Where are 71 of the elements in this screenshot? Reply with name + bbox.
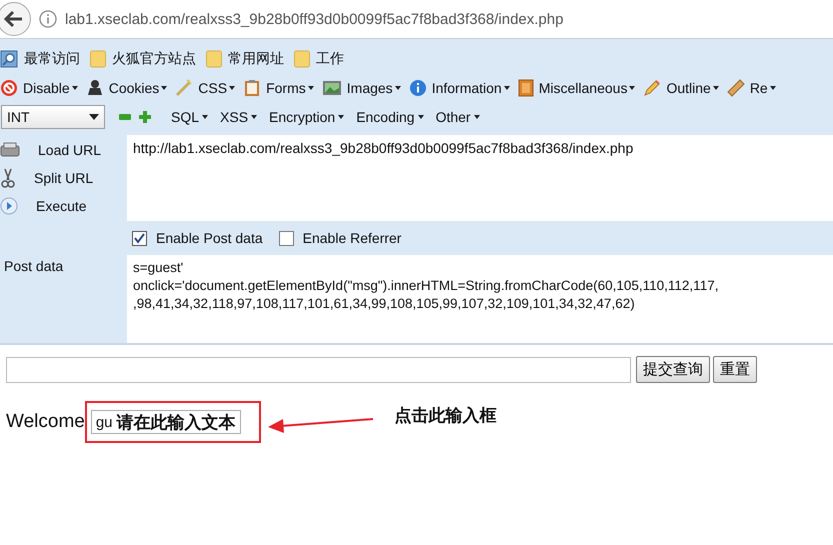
magnifier-icon [0,50,18,68]
caret-icon [251,114,258,118]
url-textarea[interactable]: http://lab1.xseclab.com/realxss3_9b28b0ff93d0b0099f5ac7f8bad3f368/index.php [127,135,833,221]
dropdown-arrow-icon [89,114,99,120]
input-field[interactable]: gu 请在此输入文本 [90,410,241,434]
toolbar-menu[interactable]: Cookies [86,78,168,96]
form-button[interactable]: 重置 [713,356,757,383]
select-field[interactable]: INT [1,104,105,128]
injected-text: 请在此输入文本 [116,412,236,434]
enable-checkbox[interactable]: Enable Post data [132,230,263,246]
prohibited-icon [0,78,18,96]
folder-icon [206,50,222,68]
pencil-icon [643,78,662,96]
toolbar-menu[interactable]: Forms [243,78,314,96]
minus-icon[interactable] [119,114,131,120]
caret-icon [338,114,344,118]
toolbar-menu[interactable]: Miscellaneous [518,78,636,96]
annotation-text: 点击此输入框 [394,404,497,426]
action-button[interactable]: Split URL [0,167,127,189]
plus-icon[interactable] [139,110,151,122]
wand-icon [175,78,194,96]
caret-icon [712,86,719,90]
hackbar-menu[interactable]: Encryption [269,108,344,124]
hackbar-menu[interactable]: SQL [171,108,208,124]
hackbar-menu[interactable]: Encoding [356,108,424,124]
printer-icon [0,142,20,158]
caret-icon [229,86,236,90]
caret-icon [629,86,636,90]
folder-icon [294,50,310,68]
scissors-icon [0,168,16,188]
post-data-label: Post data [3,257,64,276]
caret-icon [394,86,401,90]
caret-icon [202,114,208,118]
caret-icon [770,86,776,90]
post-data-textarea[interactable]: s=guest' onclick='document.getElementById("msg").innerHTML=String.fromCharCode(60,105,110,112,117, ,98,41,34,32,118,97,108,117,101,61,34,99,108,105,99,107,32,109,101,34,32,47,62) [127,255,833,343]
caret-icon [308,86,314,90]
checkmark-icon [134,232,145,244]
bookmark-item[interactable]: 最常访问 [0,50,80,68]
bookmark-item[interactable]: 常用网址 [206,50,284,68]
welcome-text: Welcome [6,411,85,433]
person-icon [86,78,104,96]
hackbar-menu[interactable]: Other [436,108,480,124]
caret-icon [72,86,78,90]
action-button[interactable]: Load URL [0,139,127,161]
action-button[interactable]: Execute [0,195,127,217]
folder-icon [90,50,106,68]
toolbar-menu[interactable]: Images [322,80,401,96]
info-icon [408,78,427,96]
caret-icon [418,114,424,118]
toolbar-menu[interactable]: CSS [175,78,236,96]
toolbar-menu[interactable]: Information [408,78,510,96]
book-icon [518,78,534,96]
toolbar-menu[interactable]: Disable [0,78,78,96]
bookmark-item[interactable]: 火狐官方站点 [90,50,196,68]
address-field[interactable]: lab1.xseclab.com/realxss3_9b28b0ff93d0b0099f5ac7f8bad3f368/index.php [65,10,564,28]
enable-checkbox[interactable]: Enable Referrer [278,230,402,246]
caret-icon [504,86,510,90]
form-button[interactable]: 提交查询 [636,356,710,383]
toolbar-menu[interactable]: Outline [643,78,719,96]
image-icon [322,80,342,96]
caret-icon [474,114,480,118]
info-icon[interactable] [39,10,57,28]
clipboard-icon [243,78,262,96]
toolbar-menu[interactable]: Re [726,78,776,96]
back-button[interactable] [0,2,31,36]
bookmark-item[interactable]: 工作 [294,50,344,68]
input-field[interactable] [6,356,631,382]
caret-icon [161,86,168,90]
ruler-icon [726,78,745,96]
hackbar-menu[interactable]: XSS [220,108,258,124]
back-arrow-icon [4,10,24,28]
